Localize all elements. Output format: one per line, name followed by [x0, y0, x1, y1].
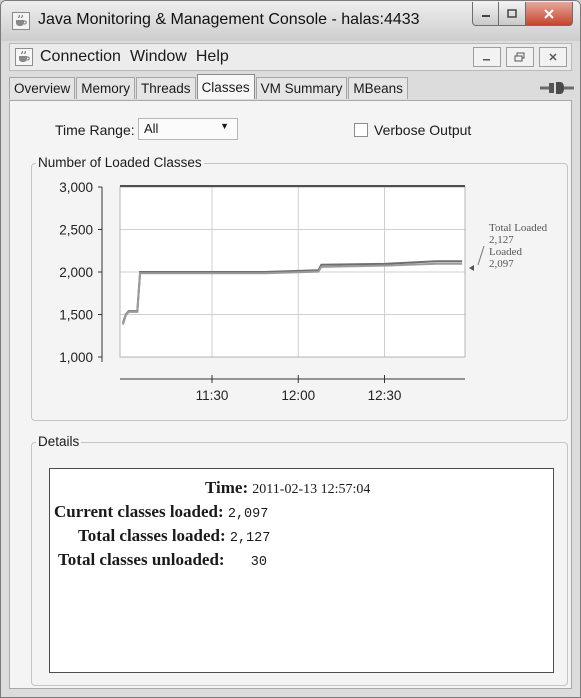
unloaded-classes-row: Total classes unloaded: 30	[58, 550, 267, 570]
verbose-output-checkbox[interactable]	[354, 123, 368, 137]
java-cup-icon	[19, 50, 30, 62]
menu-connection[interactable]: Connection	[40, 48, 121, 66]
total-classes-label: Total classes loaded:	[78, 526, 226, 545]
tab-threads[interactable]: Threads	[136, 77, 196, 99]
x-tick-label: 12:00	[281, 388, 315, 403]
minimize-icon	[483, 59, 490, 61]
time-range-dropdown[interactable]: All ▼	[138, 118, 238, 140]
internal-frame-controls	[473, 47, 567, 67]
time-label: Time:	[205, 478, 249, 497]
window-title: Java Monitoring & Management Console - h…	[38, 11, 420, 28]
total-classes-value: 2,127	[229, 531, 271, 546]
unloaded-classes-label: Total classes unloaded:	[58, 550, 225, 569]
frame-restore-button[interactable]	[506, 47, 534, 67]
frame-close-button[interactable]	[539, 47, 567, 67]
x-tick-label: 11:30	[196, 388, 229, 403]
tab-vm-summary[interactable]: VM Summary	[255, 77, 348, 99]
unloaded-classes-value: 30	[250, 555, 267, 570]
details-box: Time: 2011-02-13 12:57:04 Current classe…	[49, 468, 554, 673]
current-classes-label: Current classes loaded:	[54, 502, 224, 521]
y-tick-label: 1,000	[59, 350, 93, 365]
close-icon	[549, 53, 557, 61]
minimize-button[interactable]	[472, 2, 499, 26]
time-value: 2011-02-13 12:57:04	[252, 482, 371, 497]
maximize-icon	[507, 8, 517, 18]
legend-total-loaded-value: 2,127	[489, 234, 514, 246]
tab-classes[interactable]: Classes	[196, 74, 255, 99]
java-app-icon[interactable]	[12, 12, 30, 30]
dropdown-arrow-icon: ▼	[220, 121, 229, 131]
app-window: Java Monitoring & Management Console - h…	[0, 0, 581, 698]
y-tick-label: 3,000	[59, 180, 93, 195]
x-tick-label: 12:30	[368, 388, 402, 403]
menu-items: Connection Window Help	[40, 48, 229, 66]
internal-frame-icon[interactable]	[15, 48, 33, 66]
loaded-classes-chart-group: Number of Loaded Classes 3,000 2,500 2,000…	[31, 155, 568, 421]
minimize-icon	[481, 14, 490, 17]
plug-icon	[540, 82, 574, 94]
total-classes-row: Total classes loaded: 2,127	[78, 526, 270, 546]
legend-pointer-icon	[469, 265, 474, 271]
time-range-label: Time Range:	[55, 122, 135, 138]
y-tick-label: 2,000	[59, 265, 93, 280]
window-controls	[472, 2, 573, 26]
title-bar[interactable]: Java Monitoring & Management Console - h…	[1, 1, 580, 41]
current-classes-value: 2,097	[227, 507, 269, 522]
y-tick-label: 2,500	[59, 223, 93, 238]
menu-help[interactable]: Help	[196, 48, 229, 66]
details-title: Details	[36, 434, 82, 450]
y-tick-label: 1,500	[59, 308, 93, 323]
legend-connector-line	[477, 245, 485, 266]
menu-window[interactable]: Window	[130, 48, 187, 66]
maximize-button[interactable]	[499, 2, 526, 26]
tab-bar: Overview Memory Threads Classes VM Summa…	[9, 74, 409, 100]
details-group: Details Time: 2011-02-13 12:57:04 Curren…	[31, 434, 568, 686]
tab-overview[interactable]: Overview	[9, 77, 76, 99]
java-cup-icon	[16, 14, 27, 26]
legend-total-loaded-name: Total Loaded	[489, 222, 548, 234]
frame-minimize-button[interactable]	[473, 47, 501, 67]
time-row: Time: 2011-02-13 12:57:04	[205, 478, 370, 498]
classes-panel: Time Range: All ▼ Verbose Output Number …	[9, 100, 572, 689]
legend-loaded-name: Loaded	[489, 246, 522, 258]
menu-bar: Connection Window Help	[9, 43, 572, 71]
close-button[interactable]	[526, 2, 573, 26]
tab-mbeans[interactable]: MBeans	[348, 77, 408, 99]
current-classes-row: Current classes loaded: 2,097	[54, 502, 268, 522]
connection-status-icon	[540, 80, 574, 101]
legend-loaded-value: 2,097	[489, 258, 514, 270]
verbose-output-label[interactable]: Verbose Output	[374, 122, 471, 138]
time-range-value: All	[144, 121, 159, 136]
close-icon	[544, 8, 554, 19]
tab-memory[interactable]: Memory	[76, 77, 136, 99]
restore-icon	[514, 52, 525, 62]
loaded-classes-chart: 3,000 2,500 2,000 1,500 1,000 11:30 12:00 12:30…	[59, 180, 548, 403]
